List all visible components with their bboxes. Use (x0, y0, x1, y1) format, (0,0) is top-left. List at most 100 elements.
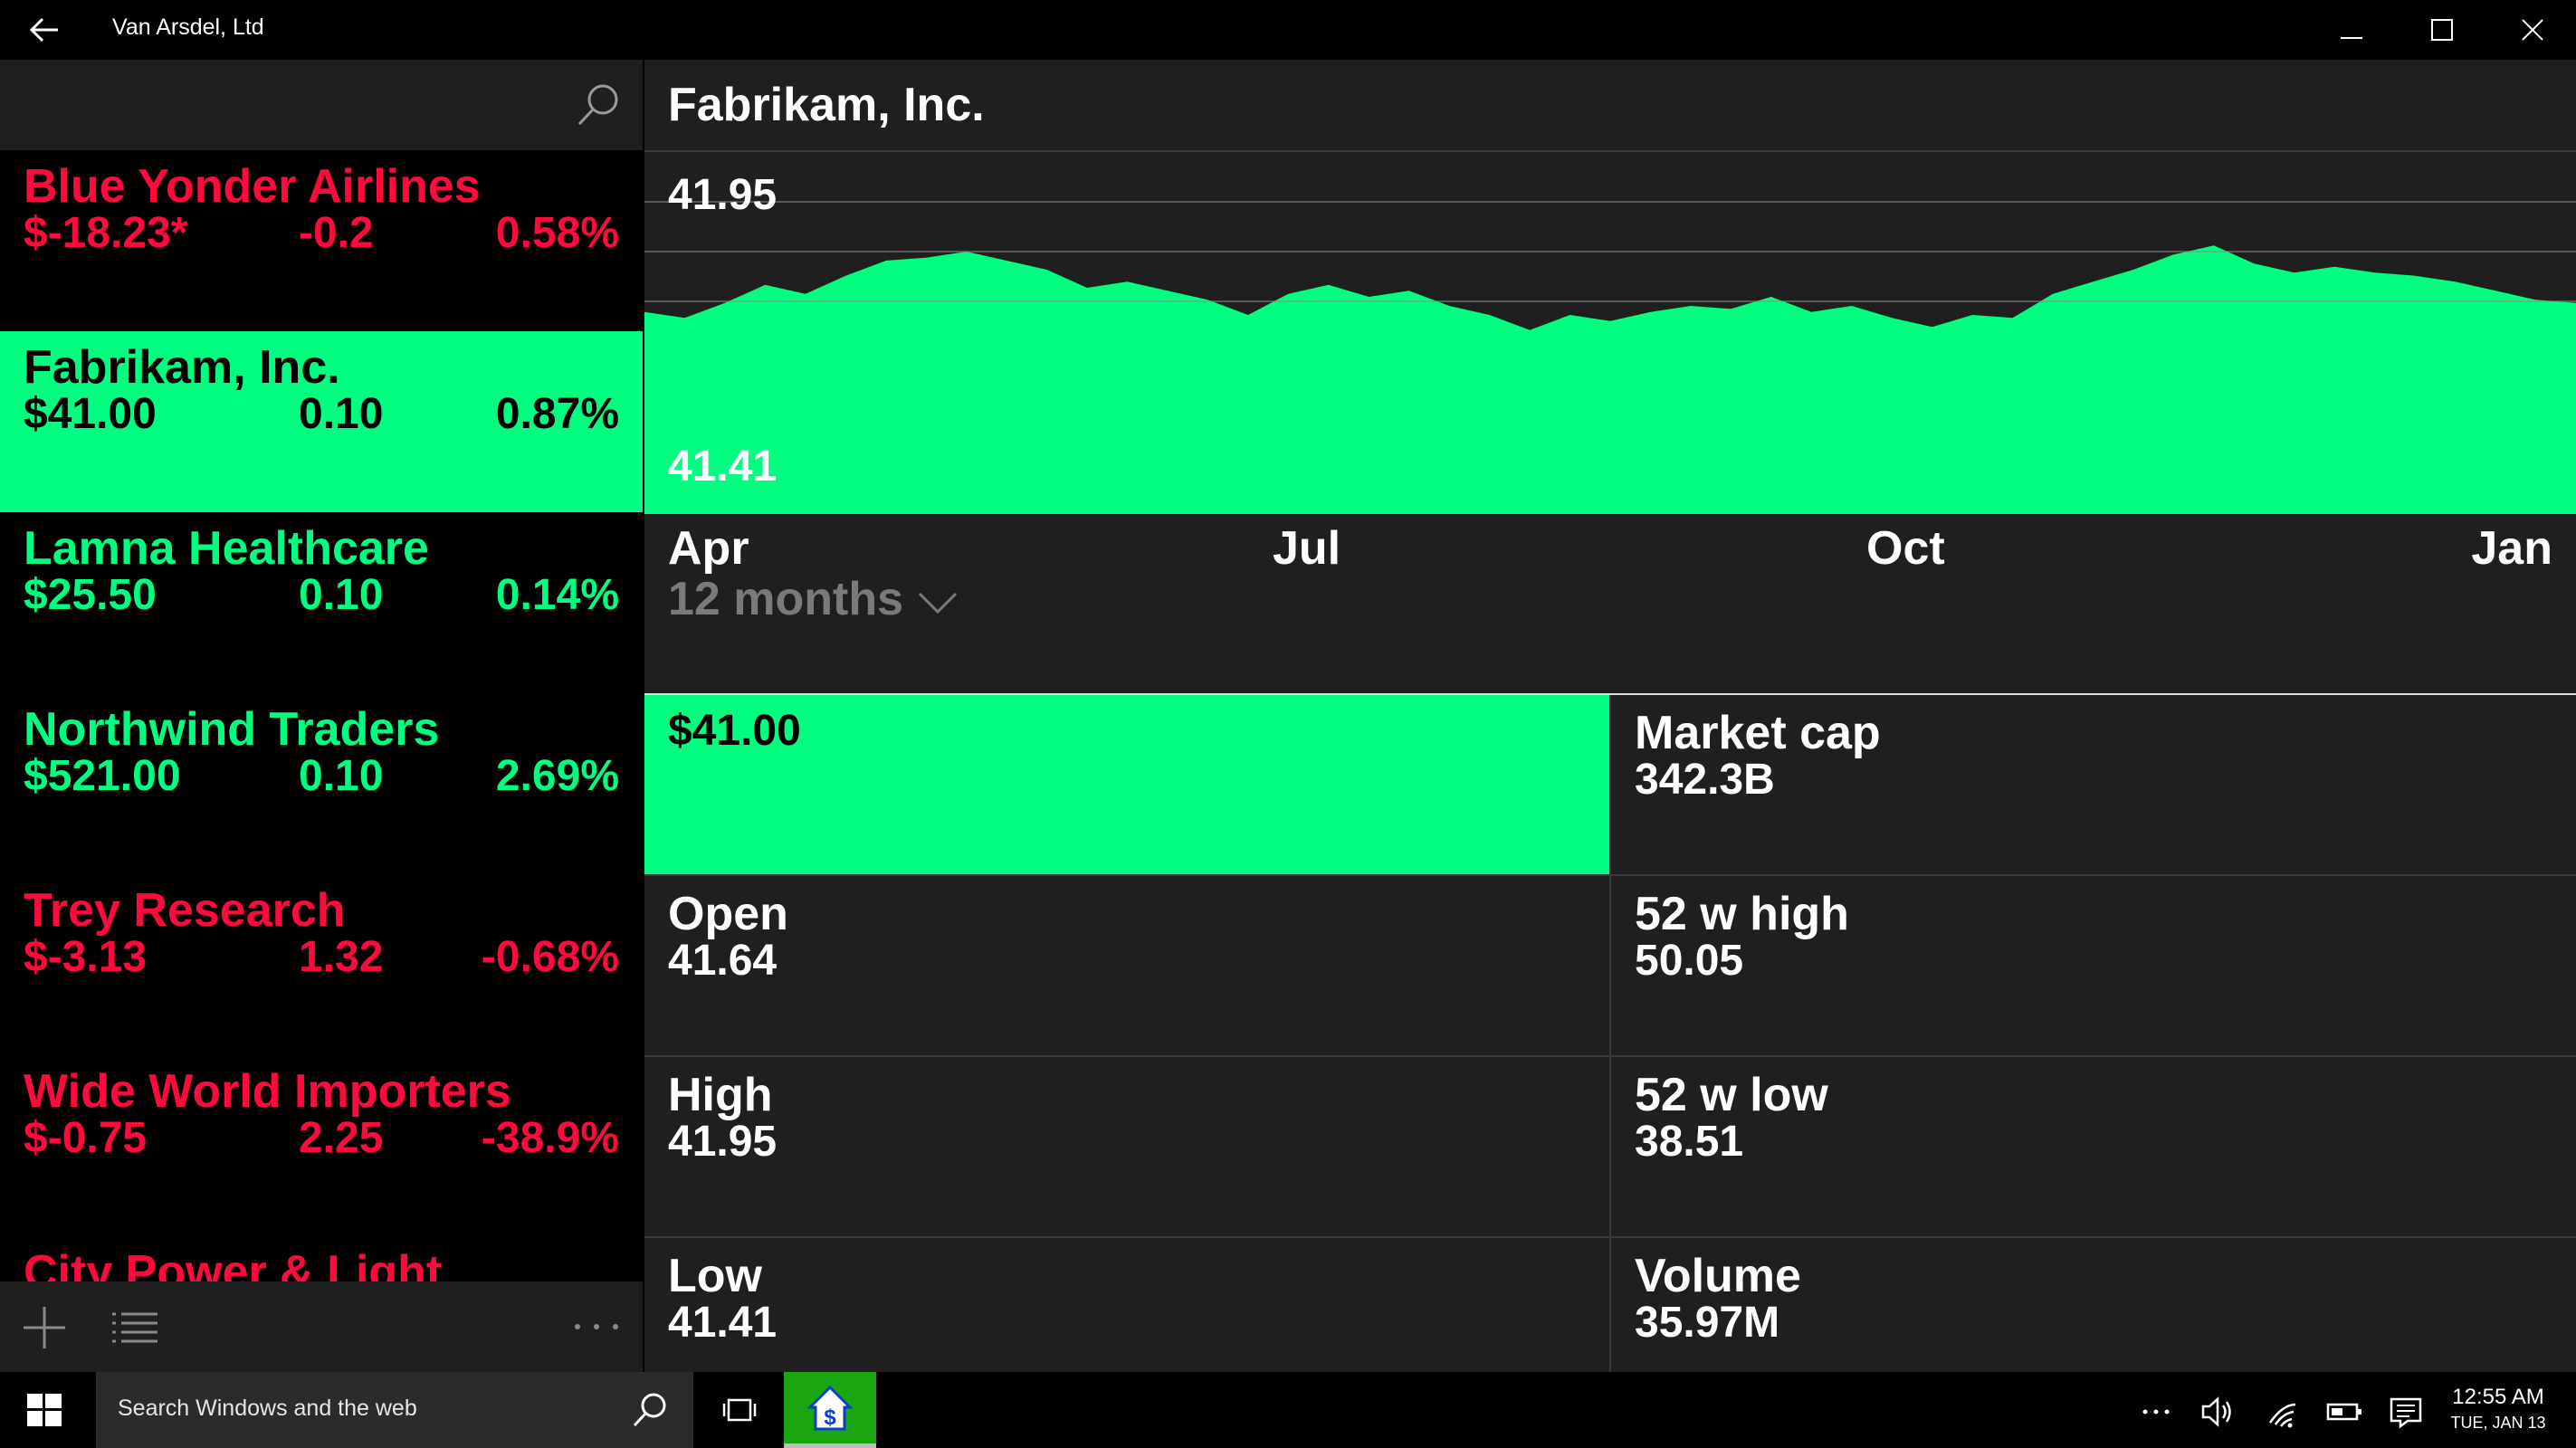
stock-sidebar: Blue Yonder Airlines $-18.23* -0.2 0.58%… (0, 60, 643, 1372)
stock-app-taskbar-button[interactable]: $ (784, 1372, 876, 1448)
taskbar: Search Windows and the web $ 12:55 AM TU… (0, 1372, 2576, 1448)
stock-name: City Power & Light (24, 1246, 443, 1281)
stat-label: Market cap (1635, 707, 1881, 759)
stock-change: 1.32 (299, 933, 384, 981)
stock-item-selected[interactable]: Fabrikam, Inc. $41.00 0.10 0.87% (0, 331, 643, 512)
price-chart-svg (644, 201, 2576, 514)
stat-value: 50.05 (1635, 937, 1744, 985)
show-hidden-icons-button[interactable] (2136, 1392, 2176, 1432)
chart-high-label: 41.95 (668, 171, 778, 219)
divider (1609, 695, 1611, 1372)
search-bar (0, 60, 643, 150)
wifi-icon (2268, 1403, 2296, 1428)
stock-name: Northwind Traders (24, 703, 440, 756)
current-price-tile: $41.00 (644, 695, 1609, 874)
x-axis-label: Jan (2471, 522, 2552, 575)
svg-text:$: $ (824, 1405, 836, 1430)
search-placeholder: Search Windows and the web (118, 1396, 417, 1421)
stock-percent: 0.87% (495, 390, 619, 438)
ellipsis-icon (2142, 1409, 2170, 1415)
stat-value: 41.95 (668, 1118, 778, 1166)
stat-52w-high: 52 w high 50.05 (1611, 876, 2576, 1055)
stock-item[interactable]: Blue Yonder Airlines $-18.23* -0.2 0.58% (0, 150, 643, 331)
x-axis-label: Oct (1866, 522, 1945, 575)
stat-label: Low (668, 1250, 762, 1302)
company-title: Fabrikam, Inc. (668, 79, 985, 131)
active-indicator (784, 1443, 876, 1448)
clock-date: TUE, JAN 13 (2450, 1414, 2546, 1432)
stock-name: Lamna Healthcare (24, 522, 429, 575)
back-arrow-icon (29, 17, 58, 43)
stock-percent: -0.68% (481, 933, 619, 981)
close-icon (2522, 19, 2543, 41)
current-price-value: $41.00 (668, 707, 801, 755)
battery-button[interactable] (2324, 1392, 2364, 1432)
stat-open: Open 41.64 (644, 876, 1609, 1055)
stock-item[interactable]: Lamna Healthcare $25.50 0.10 0.14% (0, 512, 643, 693)
stat-value: 342.3B (1635, 756, 1775, 804)
stat-label: 52 w low (1635, 1069, 1828, 1121)
price-chart[interactable]: 41.95 41.41 (644, 152, 2576, 514)
notifications-icon (2390, 1397, 2422, 1429)
task-view-icon (722, 1398, 757, 1422)
time-range-dropdown[interactable]: 12 months (668, 572, 959, 626)
stock-item[interactable]: Northwind Traders $521.00 0.10 2.69% (0, 693, 643, 874)
time-range-value: 12 months (668, 573, 904, 625)
stock-name: Fabrikam, Inc. (24, 341, 340, 394)
chevron-down-icon (919, 593, 958, 614)
stat-high: High 41.95 (644, 1057, 1609, 1236)
stock-app-icon: $ (807, 1385, 853, 1431)
stat-52w-low: 52 w low 38.51 (1611, 1057, 2576, 1236)
window-title: Van Arsdel, Ltd (112, 14, 264, 40)
battery-icon (2326, 1403, 2361, 1421)
stat-low: Low 41.41 (644, 1238, 1609, 1372)
stock-item[interactable]: Trey Research $-3.13 1.32 -0.68% (0, 874, 643, 1055)
network-button[interactable] (2263, 1392, 2303, 1432)
action-center-button[interactable] (2386, 1392, 2426, 1432)
stock-price: $25.50 (24, 571, 157, 619)
stat-value: 41.41 (668, 1299, 778, 1347)
divider (644, 1236, 2576, 1238)
stat-label: 52 w high (1635, 888, 1849, 940)
stat-label: Open (668, 888, 788, 940)
taskbar-search-box[interactable]: Search Windows and the web (96, 1372, 693, 1448)
minimize-button[interactable] (2308, 0, 2395, 60)
maximize-button[interactable] (2399, 0, 2485, 60)
stat-value: 38.51 (1635, 1118, 1744, 1166)
system-clock[interactable]: 12:55 AM TUE, JAN 13 (2444, 1385, 2552, 1433)
task-view-button[interactable] (701, 1372, 778, 1448)
search-button[interactable] (574, 81, 623, 130)
stat-volume: Volume 35.97M (1611, 1238, 2576, 1372)
stock-percent: 0.58% (495, 209, 619, 257)
stock-change: 0.10 (299, 390, 384, 438)
search-icon (633, 1393, 666, 1427)
windows-logo-icon (27, 1394, 62, 1426)
x-axis-label: Jul (1273, 522, 1341, 575)
stock-price: $41.00 (24, 390, 157, 438)
stock-name: Blue Yonder Airlines (24, 160, 481, 213)
maximize-icon (2431, 19, 2453, 41)
more-button[interactable] (572, 1314, 621, 1339)
stock-price: $-0.75 (24, 1114, 148, 1162)
close-button[interactable] (2489, 0, 2576, 60)
add-icon (24, 1307, 65, 1348)
stat-value: 41.64 (668, 937, 778, 985)
start-button[interactable] (0, 1372, 94, 1448)
stock-change: -0.2 (299, 209, 374, 257)
stat-label: High (668, 1069, 773, 1121)
stock-change: 0.10 (299, 752, 384, 800)
stock-percent: -38.9% (481, 1114, 619, 1162)
clock-time: 12:55 AM (2452, 1385, 2544, 1409)
more-dots-icon (575, 1324, 618, 1329)
back-button[interactable] (25, 11, 63, 49)
list-icon (112, 1312, 157, 1343)
divider (644, 874, 2576, 876)
stock-item[interactable]: City Power & Light (0, 1236, 643, 1281)
volume-button[interactable] (2198, 1392, 2237, 1432)
divider (644, 1055, 2576, 1057)
minimize-icon (2341, 37, 2362, 39)
list-view-button[interactable] (110, 1309, 159, 1348)
add-button[interactable] (20, 1303, 69, 1352)
stock-percent: 0.14% (495, 571, 619, 619)
stock-item[interactable]: Wide World Importers $-0.75 2.25 -38.9% (0, 1055, 643, 1236)
